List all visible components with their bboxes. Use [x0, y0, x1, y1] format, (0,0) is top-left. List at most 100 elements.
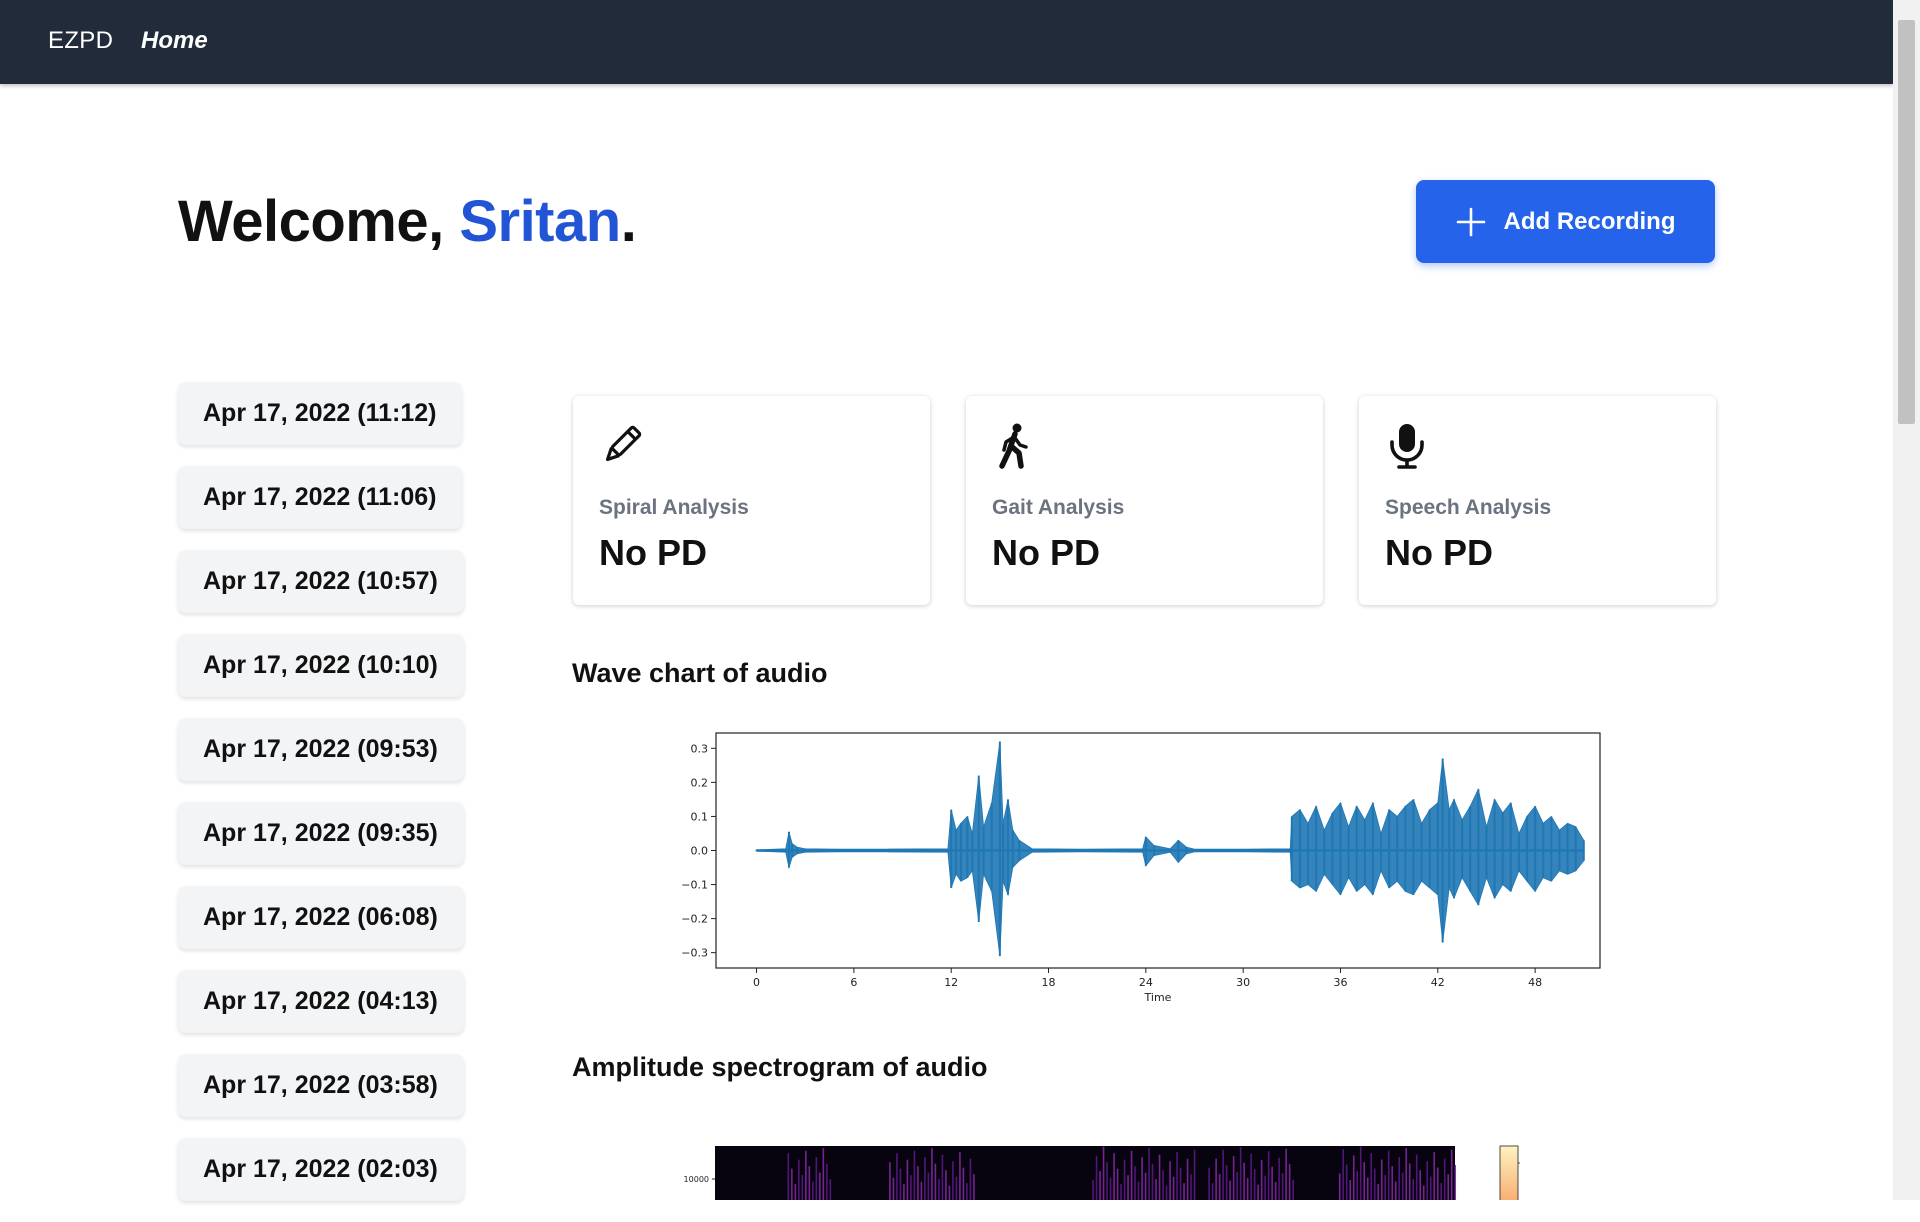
spectrogram-bin	[1288, 1164, 1291, 1200]
spectrogram-bin	[1095, 1155, 1098, 1200]
spectrogram-bin	[1257, 1184, 1259, 1200]
add-recording-button[interactable]: Add Recording	[1416, 180, 1715, 263]
spectrogram-bin	[1338, 1173, 1341, 1200]
session-item[interactable]: Apr 17, 2022 (10:57)	[178, 550, 464, 613]
spectrogram-bin	[1246, 1178, 1249, 1200]
spectrogram-bin	[808, 1166, 811, 1200]
page-scrollbar[interactable]	[1893, 0, 1920, 1200]
session-item[interactable]: Apr 17, 2022 (09:53)	[178, 718, 464, 781]
spectrogram-bin	[1443, 1158, 1446, 1200]
spectrogram-bin	[822, 1148, 825, 1200]
spectrogram-bin	[1099, 1171, 1101, 1200]
x-tick-label: 48	[1528, 976, 1542, 989]
spectrogram-bin	[896, 1153, 898, 1200]
spectrogram-bin	[1176, 1152, 1178, 1200]
session-item[interactable]: Apr 17, 2022 (10:10)	[178, 634, 464, 697]
y-tick-label: −0.3	[681, 947, 708, 960]
spectrogram-bin	[927, 1172, 930, 1200]
spectrogram-bin	[1412, 1179, 1415, 1200]
y-tick-label: 0.1	[691, 810, 709, 823]
microphone-icon	[1390, 424, 1424, 469]
spectrogram-bin	[791, 1168, 793, 1200]
scrollbar-thumb[interactable]	[1898, 20, 1915, 424]
spectrogram-bin	[1415, 1154, 1418, 1200]
session-item[interactable]: Apr 17, 2022 (02:03)	[178, 1138, 464, 1201]
spectrogram-bin	[1419, 1170, 1422, 1200]
spectrogram-bin	[934, 1163, 937, 1200]
spectrogram-bin	[1218, 1174, 1221, 1200]
spectrogram-bin	[1130, 1150, 1133, 1200]
session-list: Apr 17, 2022 (11:12) Apr 17, 2022 (11:06…	[178, 382, 464, 1222]
wave-chart: 0.3 0.2 0.1 0.0 −0.1 −0.2 −0.3 0 6 12 18 24 30 36 42 48…	[681, 732, 1601, 1004]
spectrogram-bin	[1267, 1151, 1270, 1200]
spectrogram-bin	[787, 1153, 790, 1200]
session-item[interactable]: Apr 17, 2022 (11:06)	[178, 466, 463, 529]
spectrogram-bin	[1092, 1180, 1094, 1200]
spectrogram-bin	[1373, 1168, 1376, 1200]
y-tick-label: 10000	[684, 1175, 709, 1184]
spectrogram-bin	[969, 1158, 972, 1200]
spectrogram-bin	[1366, 1177, 1369, 1200]
session-item[interactable]: Apr 17, 2022 (09:35)	[178, 802, 464, 865]
spectrogram-bin	[1232, 1156, 1235, 1200]
x-tick-label: 18	[1042, 976, 1056, 989]
session-item[interactable]: Apr 17, 2022 (03:58)	[178, 1054, 464, 1117]
spectrogram-bin	[1158, 1154, 1161, 1200]
spectrogram-bin	[1271, 1166, 1273, 1200]
spectrogram-bin	[1292, 1179, 1294, 1200]
spectrogram-bin	[1215, 1158, 1217, 1200]
plus-icon	[1456, 207, 1485, 236]
spectrogram-bin	[1426, 1161, 1429, 1200]
x-axis-label: Time	[1144, 991, 1172, 1004]
session-item[interactable]: Apr 17, 2022 (04:13)	[178, 970, 464, 1033]
spectrogram-bin	[1172, 1176, 1175, 1200]
spectrogram-bin	[1454, 1165, 1457, 1200]
spectrogram-bin	[1102, 1146, 1105, 1200]
spectrogram-bin	[1408, 1163, 1411, 1200]
spectrogram-bin	[1148, 1148, 1150, 1200]
spectrogram-bin	[1436, 1167, 1439, 1200]
x-tick-label: 30	[1236, 976, 1250, 989]
spectrogram-bin	[812, 1181, 814, 1200]
spectrogram-bin	[899, 1168, 902, 1200]
y-tick-label: 0.3	[691, 742, 709, 755]
spectrogram-bin	[1264, 1175, 1266, 1200]
spectrogram-bin	[829, 1179, 832, 1200]
nav-home-link[interactable]: Home	[141, 27, 208, 55]
session-item[interactable]: Apr 17, 2022 (06:08)	[178, 886, 464, 949]
spectrogram-bin	[913, 1150, 916, 1200]
card-result: No PD	[1385, 532, 1493, 573]
spectrogram-bin	[1384, 1175, 1387, 1200]
spectrogram-bin	[801, 1175, 804, 1200]
spectrogram-bin	[955, 1176, 958, 1200]
session-item[interactable]: Apr 17, 2022 (11:12)	[178, 382, 463, 445]
card-result: No PD	[599, 532, 707, 573]
y-tick-label: −0.2	[681, 913, 708, 926]
spectrogram-bin	[948, 1185, 951, 1200]
spectrogram-bin	[1236, 1171, 1238, 1200]
spectrogram-bin	[1440, 1183, 1443, 1200]
spectrogram-bin	[1134, 1166, 1136, 1200]
spectrogram-bin	[1387, 1150, 1390, 1200]
spectrogram-bin	[1370, 1153, 1373, 1200]
spectrogram-bin	[1120, 1184, 1122, 1200]
brand-logo-text[interactable]: EZPD	[48, 27, 113, 55]
spectrogram-bin	[1141, 1157, 1143, 1200]
spectrogram-bin	[1398, 1157, 1401, 1200]
spectrogram-bin	[1405, 1148, 1408, 1200]
spectrogram-bin	[1250, 1153, 1252, 1200]
x-tick-label: 0	[753, 976, 760, 989]
spectrogram-bin	[1243, 1162, 1245, 1200]
spectrogram-bin	[805, 1150, 807, 1200]
spiral-analysis-card: Spiral Analysis No PD	[573, 396, 930, 605]
spectrogram-bin	[1169, 1161, 1171, 1200]
spectrogram-bin	[1363, 1162, 1366, 1200]
spectrogram-bin	[1380, 1159, 1383, 1200]
spectrogram-bin	[924, 1157, 926, 1200]
walking-person-icon	[999, 423, 1028, 469]
spectrogram-bin	[1190, 1174, 1192, 1200]
spectrogram-bin	[1356, 1171, 1359, 1200]
spectrogram-bin	[910, 1175, 912, 1200]
spectrogram-bin	[1179, 1167, 1182, 1200]
x-tick-label: 24	[1139, 976, 1153, 989]
